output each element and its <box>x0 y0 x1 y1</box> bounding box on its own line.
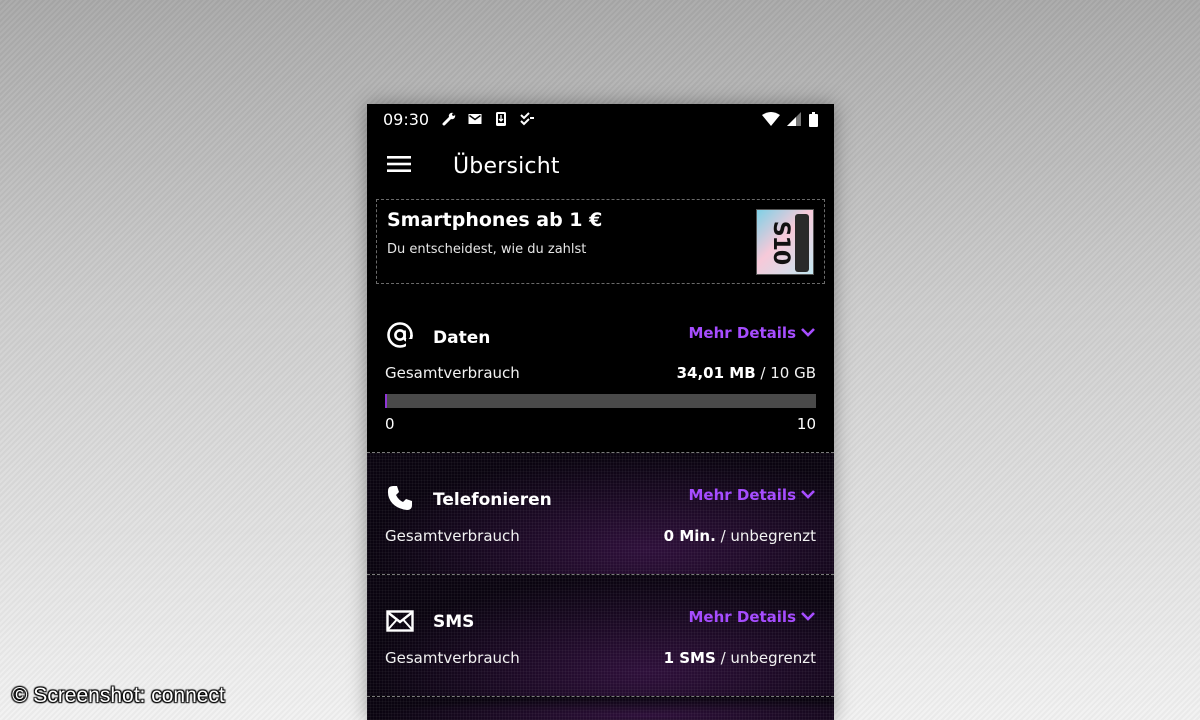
data-progress-bar <box>385 394 816 408</box>
sms-section: SMS Mehr Details Gesamtverbrauch 1 SMS /… <box>367 575 834 696</box>
data-used: 34,01 MB <box>676 364 756 382</box>
calls-more-details[interactable]: Mehr Details <box>688 486 816 504</box>
status-system-icons <box>762 111 818 127</box>
promo-image-label: S10 <box>768 220 794 265</box>
status-notification-icons <box>441 111 535 127</box>
calls-section: Telefonieren Mehr Details Gesamtverbrauc… <box>367 453 834 574</box>
sms-title: SMS <box>433 612 475 632</box>
at-icon <box>385 320 415 350</box>
chevron-down-icon <box>800 324 816 342</box>
calls-usage-label: Gesamtverbrauch <box>385 527 520 545</box>
data-usage-value: 34,01 MB / 10 GB <box>677 364 816 382</box>
page-title: Übersicht <box>453 153 560 179</box>
wrench-icon <box>441 111 457 127</box>
calls-limit: / unbegrenzt <box>720 527 816 545</box>
battery-icon <box>808 111 818 127</box>
next-section-peek <box>367 697 834 720</box>
calls-title: Telefonieren <box>433 490 552 510</box>
calls-used: 0 Min. <box>663 527 716 545</box>
sms-usage-value: 1 SMS / unbegrenzt <box>664 649 816 667</box>
calls-more-details-label: Mehr Details <box>688 486 796 504</box>
promo-phone-edge <box>795 214 809 272</box>
app-bar: Übersicht <box>367 140 834 192</box>
watermark: © Screenshot: connect <box>12 684 225 707</box>
calls-usage-value: 0 Min. / unbegrenzt <box>664 527 816 545</box>
status-bar: 09:30 <box>367 104 834 134</box>
wifi-icon <box>762 111 780 127</box>
promo-banner[interactable]: Smartphones ab 1 € Du entscheidest, wie … <box>376 199 825 284</box>
data-scale-max: 10 <box>796 415 816 433</box>
mail-icon <box>467 111 483 127</box>
phone-icon <box>385 483 415 513</box>
chevron-down-icon <box>800 486 816 504</box>
cell-signal-icon <box>786 111 802 127</box>
data-more-details-label: Mehr Details <box>688 324 796 342</box>
checklist-icon <box>519 111 535 127</box>
data-title: Daten <box>433 328 491 348</box>
promo-subtitle: Du entscheidest, wie du zahlst <box>387 242 587 257</box>
data-more-details[interactable]: Mehr Details <box>688 324 816 342</box>
phone-screen: 09:30 Übersicht Smartphones ab 1 € Du en… <box>367 104 834 720</box>
sms-limit: / unbegrenzt <box>720 649 816 667</box>
data-scale-min: 0 <box>385 415 395 433</box>
sms-usage-label: Gesamtverbrauch <box>385 649 520 667</box>
status-time: 09:30 <box>383 109 430 129</box>
data-section: Daten Mehr Details Gesamtverbrauch 34,01… <box>367 304 834 452</box>
data-progress-fill <box>385 394 387 408</box>
menu-button[interactable] <box>367 140 431 192</box>
promo-phone-image: S10 <box>756 209 814 275</box>
data-usage-label: Gesamtverbrauch <box>385 364 520 382</box>
envelope-icon <box>385 606 415 636</box>
sms-more-details[interactable]: Mehr Details <box>688 608 816 626</box>
data-limit: / 10 GB <box>760 364 816 382</box>
hamburger-menu-icon <box>387 155 411 177</box>
promo-title: Smartphones ab 1 € <box>387 209 603 231</box>
sms-used: 1 SMS <box>663 649 716 667</box>
sms-more-details-label: Mehr Details <box>688 608 796 626</box>
download-icon <box>493 111 509 127</box>
chevron-down-icon <box>800 608 816 626</box>
